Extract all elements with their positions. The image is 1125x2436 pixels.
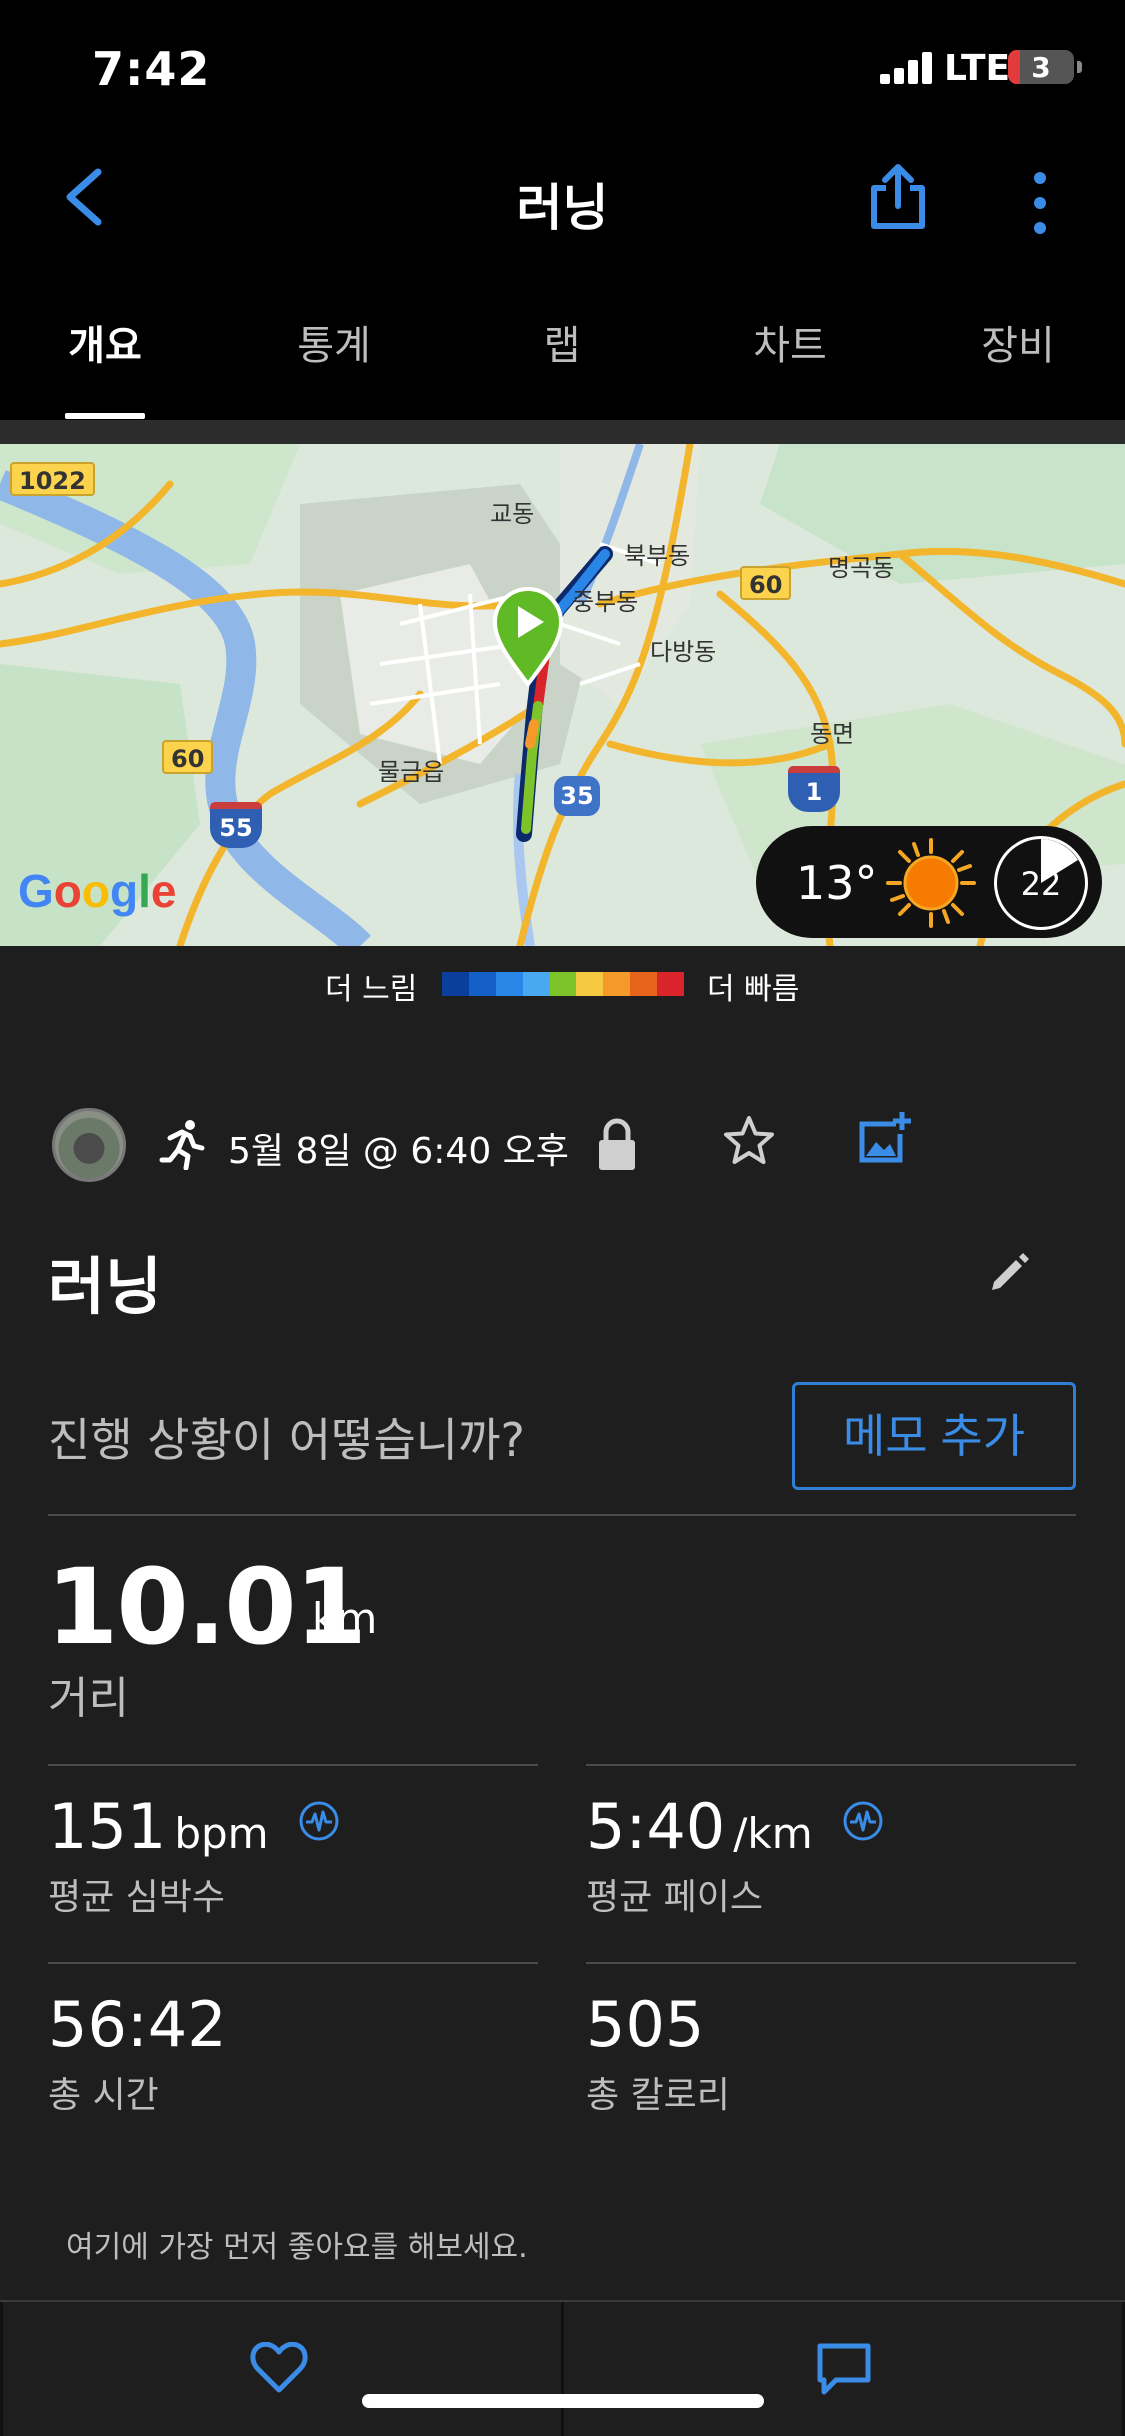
edit-icon[interactable]	[988, 1250, 1032, 1294]
pace-color-segment	[522, 972, 550, 996]
status-time: 7:42	[92, 42, 211, 96]
signal-icon	[880, 50, 936, 84]
sun-icon	[886, 838, 976, 928]
comment-icon[interactable]	[816, 2340, 872, 2396]
pace-color-segment	[468, 972, 496, 996]
tab-laps[interactable]: 랩	[462, 313, 662, 371]
divider	[48, 1764, 538, 1766]
pace-color-scale	[442, 972, 685, 996]
tab-bar: 개요 통계 랩 차트 장비	[0, 265, 1125, 420]
pace-color-segment	[495, 972, 523, 996]
heart-rate-label: 평균 심박수	[48, 1877, 226, 1918]
more-vertical-icon[interactable]	[1025, 170, 1055, 236]
home-indicator	[362, 2394, 764, 2408]
distance-label: 거리	[48, 1673, 129, 1724]
divider	[586, 1764, 1076, 1766]
bar-separator	[561, 2302, 564, 2436]
calories-value: 505	[586, 1988, 705, 2061]
pace-color-segment	[549, 972, 577, 996]
activity-date: 5월 8일 @ 6:40 오후	[228, 1131, 569, 1172]
divider	[48, 1962, 538, 1964]
google-logo: Google	[18, 865, 177, 917]
map-label: 중부동	[572, 588, 639, 616]
map-label: 교동	[490, 500, 535, 528]
status-bar: 7:42 LTE 3	[0, 0, 1125, 130]
bar-edge	[0, 2302, 3, 2436]
battery-level: 3	[1031, 51, 1051, 84]
map-label: 명곡동	[828, 554, 895, 582]
pace-chart-icon	[843, 1801, 883, 1841]
map-label: 동면	[810, 720, 855, 748]
divider	[586, 1962, 1076, 1964]
pace-color-segment	[442, 972, 469, 996]
battery-tip	[1077, 61, 1082, 73]
tab-gear[interactable]: 장비	[918, 313, 1118, 371]
bottom-action-bar	[0, 2300, 1125, 2436]
road-badge: 60	[162, 740, 214, 774]
weather-temperature: 13°	[796, 856, 878, 910]
heart-rate-stat[interactable]: 151 bpm	[48, 1790, 340, 1863]
road-badge: 1022	[10, 462, 95, 496]
total-time-label: 총 시간	[48, 2075, 159, 2116]
pace-stat[interactable]: 5:40/km	[586, 1790, 884, 1863]
network-label: LTE	[944, 48, 1011, 89]
pace-color-segment	[576, 972, 604, 996]
tab-charts[interactable]: 차트	[690, 313, 890, 371]
heart-rate-unit: bpm	[174, 1809, 269, 1858]
heart-icon[interactable]	[250, 2342, 308, 2394]
local-road-shield: 35	[554, 776, 600, 816]
tab-stats[interactable]: 통계	[234, 313, 434, 371]
divider	[48, 1514, 1076, 1516]
lock-icon[interactable]	[596, 1118, 638, 1172]
legend-fast-label: 더 빠름	[707, 972, 800, 1007]
running-icon	[159, 1120, 205, 1170]
pace-unit: /km	[733, 1809, 813, 1858]
like-hint-text: 여기에 가장 먼저 좋아요를 해보세요.	[66, 2230, 528, 2265]
nav-bar: 러닝	[0, 130, 1125, 265]
distance-unit: km	[312, 1594, 378, 1643]
share-icon[interactable]	[868, 162, 928, 232]
road-badge: 60	[740, 566, 792, 600]
pace-color-segment	[630, 972, 658, 996]
calories-label: 총 칼로리	[586, 2075, 730, 2116]
map-label: 북부동	[624, 542, 691, 570]
wind-speed: 22	[1020, 865, 1062, 903]
activity-meta-row: 5월 8일 @ 6:40 오후	[0, 1100, 1125, 1190]
pace-color-segment	[657, 972, 685, 996]
pace-label: 평균 페이스	[586, 1877, 764, 1918]
avatar[interactable]	[52, 1108, 126, 1182]
page-title: 러닝	[516, 179, 609, 237]
activity-title: 러닝	[48, 1250, 163, 1323]
highway-shield: 55	[210, 802, 262, 848]
pace-color-segment	[603, 972, 631, 996]
memo-prompt: 진행 상황이 어떻습니까?	[48, 1413, 525, 1467]
heart-rate-value: 151	[48, 1790, 167, 1863]
add-memo-button[interactable]: 메모 추가	[792, 1382, 1076, 1490]
add-photo-icon[interactable]	[856, 1110, 912, 1166]
pace-value: 5:40	[586, 1790, 726, 1863]
total-time-value: 56:42	[48, 1988, 227, 2061]
legend-slow-label: 더 느림	[325, 972, 418, 1007]
tab-overview[interactable]: 개요	[5, 313, 205, 371]
section-divider	[0, 420, 1125, 444]
weather-widget[interactable]: 13° 22	[756, 826, 1102, 938]
map-label: 물금읍	[378, 758, 445, 786]
active-tab-indicator	[65, 413, 145, 419]
heart-rate-icon	[299, 1801, 339, 1841]
map-label: 다방동	[650, 638, 717, 666]
highway-shield: 1	[788, 766, 840, 812]
battery-icon: 3	[1008, 50, 1074, 84]
star-icon[interactable]	[722, 1114, 776, 1168]
wind-gauge: 22	[994, 836, 1088, 930]
pace-legend: 더 느림 더 빠름	[0, 946, 1125, 1016]
